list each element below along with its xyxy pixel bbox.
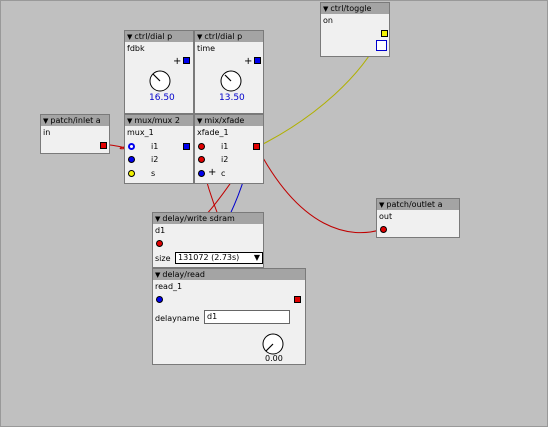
object-type: mux/mux 2 bbox=[134, 116, 180, 125]
outlet-port[interactable] bbox=[253, 143, 260, 150]
inlet-port[interactable] bbox=[156, 240, 163, 247]
delayname-input[interactable]: d1 bbox=[204, 310, 290, 324]
object-header[interactable]: ▼ patch/inlet a bbox=[41, 115, 109, 126]
dial-value: 16.50 bbox=[149, 93, 175, 103]
object-type: patch/inlet a bbox=[50, 116, 101, 125]
object-type: delay/read bbox=[162, 270, 205, 279]
object-header[interactable]: ▼ ctrl/dial p bbox=[125, 31, 193, 42]
object-header[interactable]: ▼ delay/write sdram bbox=[153, 213, 263, 224]
inlet-label-i2: i2 bbox=[151, 155, 159, 164]
collapse-triangle-icon[interactable]: ▼ bbox=[43, 117, 48, 125]
inlet-label-i2: i2 bbox=[221, 155, 229, 164]
size-select-value: 131072 (2.73s) bbox=[178, 253, 240, 262]
collapse-triangle-icon[interactable]: ▼ bbox=[155, 271, 160, 279]
instance-name: on bbox=[323, 16, 333, 25]
inlet-label-c: c bbox=[221, 169, 226, 178]
collapse-triangle-icon[interactable]: ▼ bbox=[127, 33, 132, 41]
size-label: size bbox=[155, 254, 171, 263]
object-header[interactable]: ▼ ctrl/dial p bbox=[195, 31, 263, 42]
collapse-triangle-icon[interactable]: ▼ bbox=[197, 33, 202, 41]
outlet-port[interactable] bbox=[294, 296, 301, 303]
instance-name: out bbox=[379, 212, 393, 221]
collapse-triangle-icon[interactable]: ▼ bbox=[197, 117, 202, 125]
object-header[interactable]: ▼ ctrl/toggle bbox=[321, 3, 389, 14]
object-type: patch/outlet a bbox=[386, 200, 443, 209]
object-type: mix/xfade bbox=[204, 116, 245, 125]
collapse-triangle-icon[interactable]: ▼ bbox=[155, 215, 160, 223]
object-header[interactable]: ▼ delay/read bbox=[153, 269, 305, 280]
outlet-port[interactable] bbox=[100, 142, 107, 149]
size-select[interactable]: 131072 (2.73s) ▼ bbox=[175, 252, 263, 264]
outlet-port[interactable] bbox=[381, 30, 388, 37]
dial-fdbk-object[interactable]: ▼ ctrl/dial p fdbk + 16.50 bbox=[124, 30, 194, 114]
inlet-port-c[interactable] bbox=[198, 170, 205, 177]
object-type: delay/write sdram bbox=[162, 214, 235, 223]
delay-read-object[interactable]: ▼ delay/read read_1 delayname d1 0.00 bbox=[152, 268, 306, 365]
outlet-object[interactable]: ▼ patch/outlet a out bbox=[376, 198, 460, 238]
instance-name: read_1 bbox=[155, 282, 183, 291]
inlet-label-i1: i1 bbox=[151, 142, 159, 151]
object-type: ctrl/dial p bbox=[134, 32, 173, 41]
inlet-object[interactable]: ▼ patch/inlet a in bbox=[40, 114, 110, 154]
instance-name: time bbox=[197, 44, 216, 53]
inlet-port-i2[interactable] bbox=[198, 156, 205, 163]
toggle-checkbox[interactable] bbox=[376, 40, 387, 51]
delayname-label: delayname bbox=[155, 314, 200, 323]
inlet-plus-label: + bbox=[208, 167, 217, 178]
inlet-label-s: s bbox=[151, 169, 156, 178]
outlet-port[interactable] bbox=[183, 57, 190, 64]
dial-time-object[interactable]: ▼ ctrl/dial p time + 13.50 bbox=[194, 30, 264, 114]
inlet-port-time[interactable] bbox=[156, 296, 163, 303]
instance-name: mux_1 bbox=[127, 128, 154, 137]
object-header[interactable]: ▼ patch/outlet a bbox=[377, 199, 459, 210]
dial-value: 0.00 bbox=[265, 354, 283, 363]
instance-name: fdbk bbox=[127, 44, 145, 53]
dial-knob-icon[interactable] bbox=[219, 69, 243, 93]
instance-name: in bbox=[43, 128, 51, 137]
object-header[interactable]: ▼ mux/mux 2 bbox=[125, 115, 193, 126]
toggle-object[interactable]: ▼ ctrl/toggle on bbox=[320, 2, 390, 57]
inlet-label-i1: i1 bbox=[221, 142, 229, 151]
collapse-triangle-icon[interactable]: ▼ bbox=[127, 117, 132, 125]
dial-value: 13.50 bbox=[219, 93, 245, 103]
collapse-triangle-icon[interactable]: ▼ bbox=[379, 201, 384, 209]
object-type: ctrl/toggle bbox=[330, 4, 372, 13]
xfade-object[interactable]: ▼ mix/xfade xfade_1 i1 i2 + c bbox=[194, 114, 264, 184]
instance-name: d1 bbox=[155, 226, 166, 235]
inlet-port-i1[interactable] bbox=[198, 143, 205, 150]
inlet-port-i1[interactable] bbox=[128, 143, 135, 150]
dial-knob-icon[interactable] bbox=[148, 69, 172, 93]
delay-write-object[interactable]: ▼ delay/write sdram d1 size 131072 (2.73s… bbox=[152, 212, 264, 268]
instance-name: xfade_1 bbox=[197, 128, 229, 137]
mux-object[interactable]: ▼ mux/mux 2 mux_1 i1 i2 s bbox=[124, 114, 194, 184]
outlet-plus-label: + bbox=[173, 56, 182, 67]
inlet-port-s[interactable] bbox=[128, 170, 135, 177]
outlet-plus-label: + bbox=[244, 56, 253, 67]
object-header[interactable]: ▼ mix/xfade bbox=[195, 115, 263, 126]
collapse-triangle-icon[interactable]: ▼ bbox=[323, 5, 328, 13]
dial-knob-icon[interactable] bbox=[261, 332, 285, 356]
dropdown-arrow-icon: ▼ bbox=[253, 253, 260, 262]
outlet-port[interactable] bbox=[254, 57, 261, 64]
object-type: ctrl/dial p bbox=[204, 32, 243, 41]
inlet-port[interactable] bbox=[380, 226, 387, 233]
inlet-port-i2[interactable] bbox=[128, 156, 135, 163]
outlet-port[interactable] bbox=[183, 143, 190, 150]
